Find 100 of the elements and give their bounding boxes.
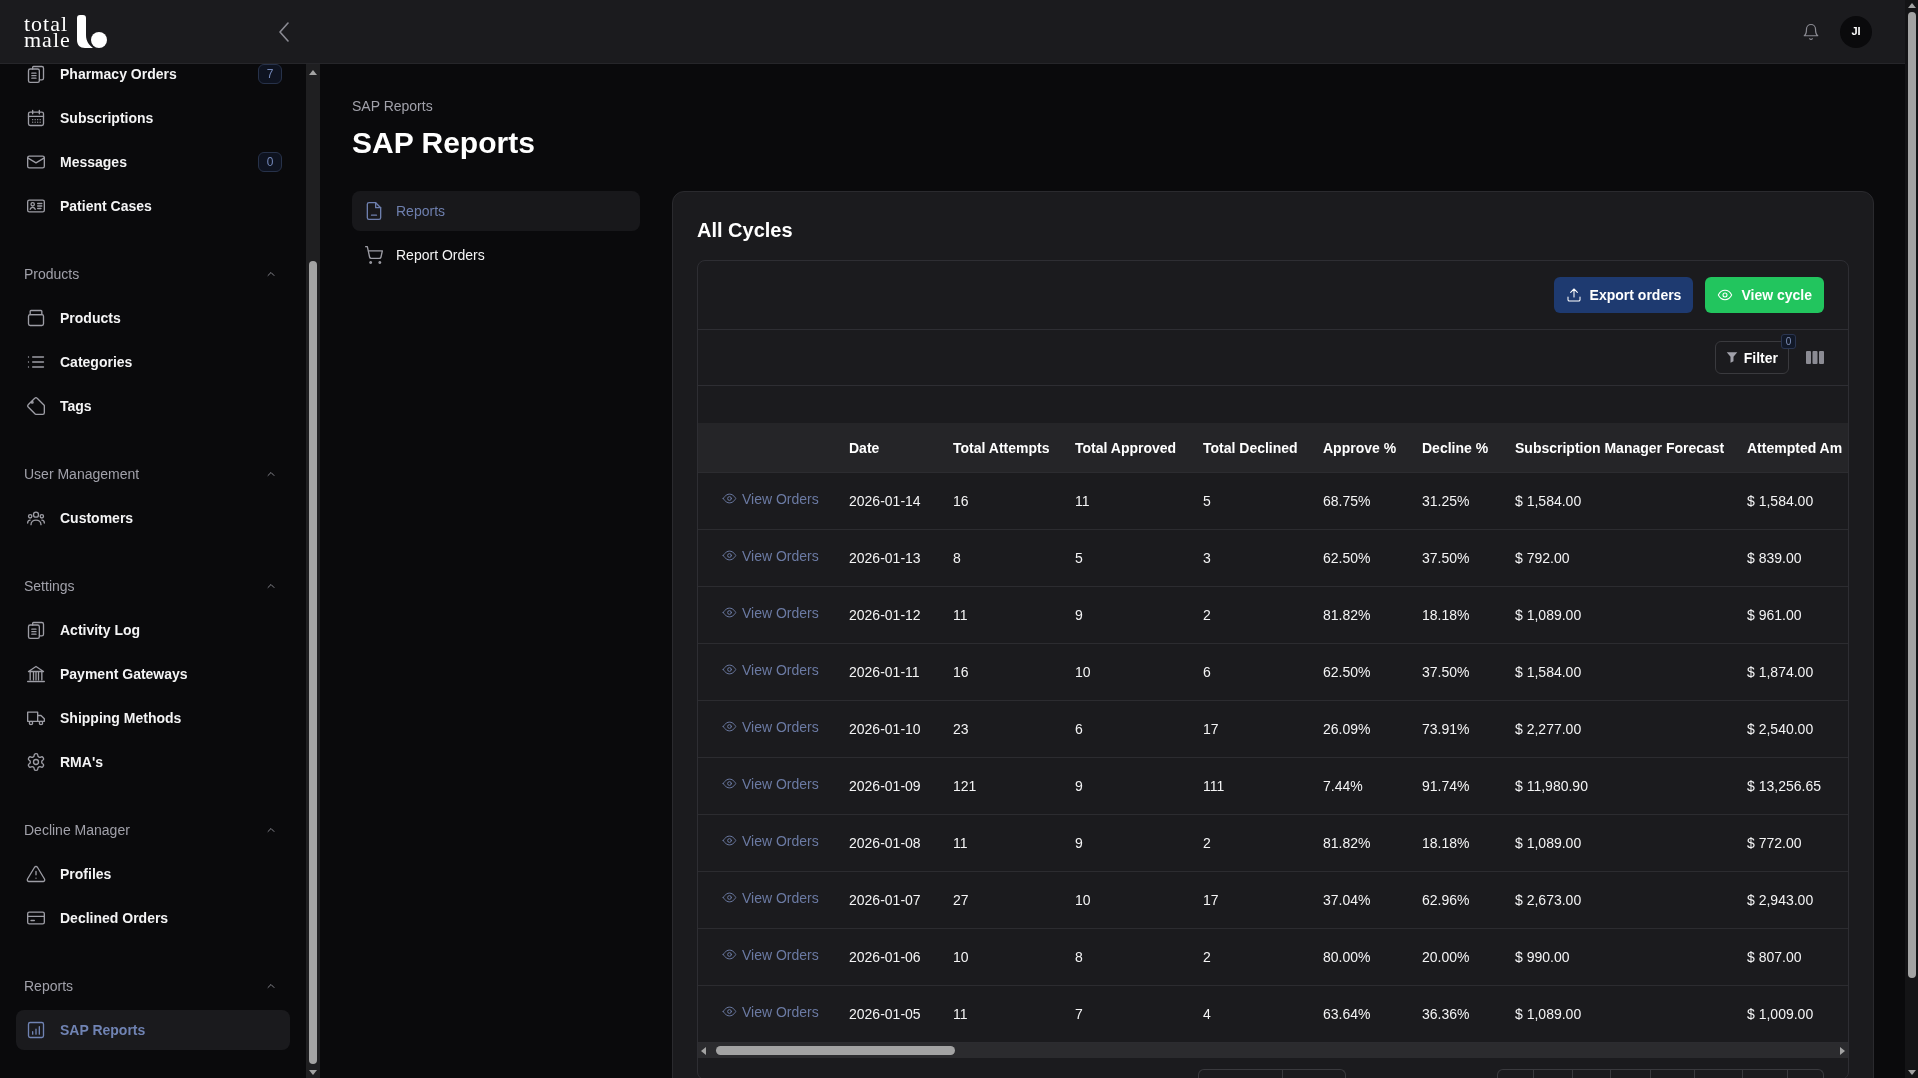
- sidebar-item[interactable]: Pharmacy Orders: [16, 64, 258, 94]
- sidebar-item[interactable]: RMA's: [16, 742, 290, 782]
- page-scrollbar[interactable]: [1905, 0, 1918, 1078]
- eye-icon: [722, 662, 737, 678]
- section-header[interactable]: Settings: [16, 564, 290, 608]
- view-orders-link[interactable]: View Orders: [722, 659, 819, 680]
- subnav-item[interactable]: Reports: [352, 191, 640, 231]
- eye-icon: [722, 947, 737, 963]
- bar-chart-icon: [26, 1020, 46, 1040]
- column-header: Decline %: [1422, 439, 1489, 456]
- sidebar-item[interactable]: Customers: [16, 498, 290, 538]
- table-cell: 2026-01-14: [849, 493, 921, 509]
- table-cell: 17: [1203, 721, 1219, 737]
- sidebar-item[interactable]: Shipping Methods: [16, 698, 290, 738]
- view-orders-link[interactable]: View Orders: [722, 716, 819, 737]
- table-cell: 62.96%: [1422, 892, 1470, 908]
- view-orders-link[interactable]: View Orders: [722, 488, 819, 509]
- sidebar-item[interactable]: Profiles: [16, 854, 290, 894]
- table-cell: 111: [1203, 778, 1225, 794]
- tag-icon: [26, 396, 46, 416]
- horizontal-scrollbar[interactable]: [698, 1043, 1848, 1058]
- table-cell: $ 961.00: [1747, 607, 1802, 623]
- view-orders-link[interactable]: View Orders: [722, 887, 819, 908]
- card-title: All Cycles: [697, 218, 794, 243]
- bell-icon[interactable]: [1802, 22, 1820, 41]
- view-orders-link[interactable]: View Orders: [722, 602, 819, 623]
- table-cell: 62.50%: [1323, 550, 1371, 566]
- table-cell: 2026-01-05: [849, 1006, 921, 1022]
- table-cell: $ 1,584.00: [1515, 664, 1582, 680]
- chevron-left-icon[interactable]: [279, 21, 289, 42]
- sidebar-scrollbar[interactable]: [306, 64, 320, 1078]
- table-cell: $ 1,874.00: [1747, 664, 1814, 680]
- sidebar-item[interactable]: Products: [16, 298, 290, 338]
- table-cell: 7: [1075, 1006, 1083, 1022]
- sidebar-item[interactable]: Declined Orders: [16, 898, 290, 938]
- table-cell: 2: [1203, 607, 1211, 623]
- table-cell: 10: [953, 949, 969, 965]
- subnav-item[interactable]: Report Orders: [352, 235, 640, 275]
- box-icon: [26, 308, 46, 328]
- upload-icon: [1565, 287, 1582, 303]
- table-cell: 73.91%: [1422, 721, 1470, 737]
- table-cell: $ 1,584.00: [1515, 493, 1582, 509]
- export-button[interactable]: Export orders: [1553, 277, 1694, 313]
- view-orders-link[interactable]: View Orders: [722, 773, 819, 794]
- table-cell: 2026-01-12: [849, 607, 921, 623]
- table-cell: $ 839.00: [1747, 550, 1802, 566]
- sidebar-item[interactable]: Tags: [16, 386, 290, 426]
- column-header: Attempted Am: [1747, 439, 1843, 456]
- calendar-icon: [26, 108, 46, 128]
- user-avatar[interactable]: JI: [1840, 15, 1872, 48]
- columns-icon[interactable]: [1806, 351, 1824, 364]
- table-cell: $ 807.00: [1747, 949, 1802, 965]
- table-cell: 23: [953, 721, 969, 737]
- eye-icon: [722, 605, 737, 621]
- table-cell: 2026-01-11: [849, 664, 920, 680]
- column-header: Subscription Manager Forecast: [1515, 439, 1725, 456]
- view-orders-link[interactable]: View Orders: [722, 830, 819, 851]
- sidebar-item[interactable]: Payment Gateways: [16, 654, 290, 694]
- table-cell: 2026-01-06: [849, 949, 921, 965]
- table-cell: $ 2,673.00: [1515, 892, 1582, 908]
- sidebar-item[interactable]: Messages: [16, 142, 258, 182]
- view-orders-link[interactable]: View Orders: [722, 944, 819, 965]
- sidebar-item[interactable]: Patient Cases: [16, 186, 290, 226]
- sidebar-item[interactable]: Subscriptions: [16, 98, 290, 138]
- section-header[interactable]: Reports: [16, 964, 290, 1008]
- sidebar-item[interactable]: Categories: [16, 342, 290, 382]
- documents-icon: [26, 64, 46, 84]
- table-cell: 5: [1075, 550, 1083, 566]
- table-cell: $ 1,089.00: [1515, 607, 1582, 623]
- column-header: Date: [849, 439, 880, 456]
- view-orders-link[interactable]: View Orders: [722, 545, 819, 566]
- table-cell: 11: [953, 607, 968, 623]
- sidebar-item[interactable]: SAP Reports: [16, 1010, 290, 1050]
- sidebar-item[interactable]: Activity Log: [16, 610, 290, 650]
- column-header: Total Declined: [1203, 439, 1298, 456]
- table-cell: 68.75%: [1323, 493, 1371, 509]
- eye-icon: [722, 890, 737, 906]
- table-cell: $ 2,540.00: [1747, 721, 1814, 737]
- logo-text: total male: [24, 16, 71, 48]
- table-cell: 63.64%: [1323, 1006, 1371, 1022]
- table-cell: 2026-01-13: [849, 550, 921, 566]
- table-cell: 80.00%: [1323, 949, 1371, 965]
- file-icon: [364, 201, 384, 221]
- eye-icon: [722, 1004, 737, 1020]
- table-cell: 2: [1203, 835, 1211, 851]
- table-cell: 8: [953, 550, 961, 566]
- page-title: SAP Reports: [352, 125, 536, 161]
- section-header[interactable]: Products: [16, 252, 290, 296]
- table-cell: 81.82%: [1323, 835, 1371, 851]
- eye-icon: [1717, 287, 1734, 303]
- eye-icon: [722, 833, 737, 849]
- section-header[interactable]: Decline Manager: [16, 808, 290, 852]
- table-cell: $ 13,256.65: [1747, 778, 1821, 794]
- table-cell: 11: [1075, 493, 1090, 509]
- table-cell: 121: [953, 778, 977, 794]
- table-cell: 6: [1075, 721, 1083, 737]
- section-header[interactable]: User Management: [16, 452, 290, 496]
- gear-icon: [26, 752, 46, 772]
- view-orders-link[interactable]: View Orders: [722, 1001, 819, 1022]
- table-cell: 9: [1075, 778, 1083, 794]
